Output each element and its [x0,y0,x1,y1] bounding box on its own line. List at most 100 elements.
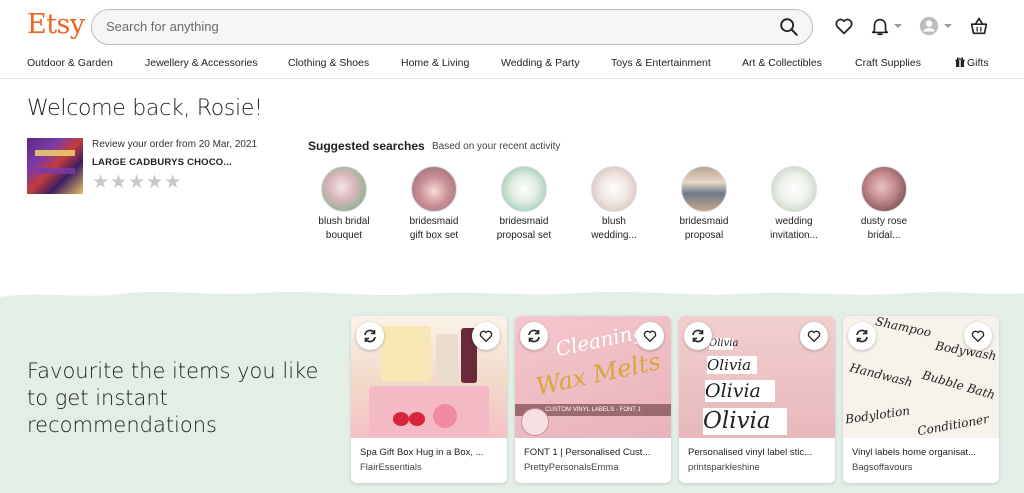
listing-image-detail [433,404,457,428]
heart-icon[interactable] [636,322,664,350]
listing-image-detail [409,412,425,426]
nav-item-wedding-party[interactable]: Wedding & Party [501,57,580,69]
avatar-icon [918,15,940,42]
nav-item-home-living[interactable]: Home & Living [401,57,469,69]
review-stars: ★★★★★ [92,173,182,193]
suggested-search-label: bridesmaid [409,216,459,227]
suggested-search-label: invitation... [770,230,818,241]
notifications-button[interactable] [869,15,905,37]
suggested-search-image [411,166,457,212]
basket-icon[interactable] [968,15,990,37]
listing-shop: printsparkleshine [688,462,760,473]
listing-image-detail [436,334,458,384]
suggested-searches-subtitle: Based on your recent activity [432,141,561,152]
chevron-down-icon [894,24,902,28]
header: Etsy [0,0,1024,52]
suggested-search-label: blush bridal [318,216,370,227]
listing-shop: Bagsoffavours [852,462,913,473]
search-input[interactable] [106,10,756,43]
nav-item-jewellery[interactable]: Jewellery & Accessories [145,57,258,69]
listing-image-label: Conditioner [916,411,990,438]
nav-item-outdoor-garden[interactable]: Outdoor & Garden [27,57,113,69]
listing-card[interactable]: Cleaning Wax Melts CUSTOM VINYL LABELS -… [515,316,671,483]
suggested-search-item[interactable]: blush bridal bouquet [306,166,382,243]
listing-card[interactable]: Spa Gift Box Hug in a Box, ... FlairEsse… [351,316,507,483]
chevron-down-icon [944,24,952,28]
suggested-search-label: blush [602,216,626,227]
suggested-search-item[interactable]: blush wedding... [576,166,652,243]
listing-title: Vinyl labels home organisat... [852,447,976,458]
nav-item-gifts[interactable]: Gifts [955,57,989,70]
listing-image-label: Bodylotion [844,403,911,427]
listing-image-label: Bubble Bath [920,367,997,403]
welcome-heading: Welcome back, Rosie! [27,96,263,121]
suggested-search-label: wedding [775,216,813,227]
listing-card[interactable]: Shampoo Bodywash Handwash Bubble Bath Bo… [843,316,999,483]
nav-item-art[interactable]: Art & Collectibles [742,57,822,69]
listing-image-label: Shampoo [874,316,933,340]
order-item-thumbnail[interactable] [27,138,83,194]
gift-icon [955,57,965,70]
listing-image-label: Olivia [705,380,775,402]
nav-item-clothing[interactable]: Clothing & Shoes [288,57,369,69]
account-button[interactable] [918,15,954,37]
suggested-search-image [681,166,727,212]
review-item-name[interactable]: LARGE CADBURYS CHOCO... [92,157,232,168]
suggested-search-label: bridal... [867,230,901,241]
suggested-search-label: dusty rose [860,216,908,227]
suggested-search-item[interactable]: bridesmaid proposal [666,166,742,243]
star-icon[interactable]: ★ [128,173,145,192]
suggested-search-image [771,166,817,212]
search-icon[interactable] [778,16,800,38]
listing-image-detail [381,326,431,381]
listing-image-label: Olivia [703,408,787,435]
refresh-icon[interactable] [684,322,712,350]
listing-title: FONT 1 | Personalised Cust... [524,447,651,458]
listing-title: Personalised vinyl label stic... [688,447,813,458]
suggested-search-image [591,166,637,212]
suggested-search-label: bridesmaid [679,216,729,227]
listing-shop: PrettyPersonalsEmma [524,462,619,473]
suggested-search-item[interactable]: wedding invitation... [756,166,832,243]
suggested-search-item[interactable]: bridesmaid gift box set [396,166,472,243]
listing-title: Spa Gift Box Hug in a Box, ... [360,447,484,458]
suggested-search-label: bouquet [325,230,363,241]
listing-image-label: Olivia [709,338,739,350]
heart-icon[interactable] [472,322,500,350]
suggested-search-item[interactable]: dusty rose bridal... [846,166,922,243]
refresh-icon[interactable] [520,322,548,350]
listing-image-label: Handwash [848,360,915,390]
nav-item-label: Gifts [967,57,989,69]
star-icon[interactable]: ★ [164,173,181,192]
star-icon[interactable]: ★ [146,173,163,192]
category-nav: Outdoor & Garden Jewellery & Accessories… [0,52,1024,79]
listing-shop: FlairEssentials [360,462,422,473]
suggested-search-image [501,166,547,212]
heart-icon[interactable] [964,322,992,350]
suggested-searches-title: Suggested searches [308,139,425,153]
listing-image-detail [393,412,409,426]
favourites-headline: Favourite the items you like to get inst… [27,359,319,437]
star-icon[interactable]: ★ [110,173,127,192]
heart-icon[interactable] [800,322,828,350]
suggested-search-item[interactable]: bridesmaid proposal set [486,166,562,243]
nav-item-craft-supplies[interactable]: Craft Supplies [855,57,921,69]
refresh-icon[interactable] [848,322,876,350]
suggested-search-label: proposal set [496,230,552,241]
refresh-icon[interactable] [356,322,384,350]
suggested-search-image [861,166,907,212]
nav-item-toys[interactable]: Toys & Entertainment [611,57,711,69]
thumbnail-detail [35,150,75,156]
star-icon[interactable]: ★ [92,173,109,192]
listing-card[interactable]: Olivia Olivia Olivia Olivia Personalised… [679,316,835,483]
suggested-search-label: proposal [684,230,724,241]
suggested-search-label: bridesmaid [499,216,549,227]
thumbnail-detail [35,168,75,174]
listing-image-detail [521,408,549,436]
listing-image-detail [369,386,489,436]
etsy-logo[interactable]: Etsy [27,9,85,40]
suggested-search-label: wedding... [591,230,637,241]
heart-icon[interactable] [833,15,855,37]
suggested-search-image [321,166,367,212]
suggested-search-label: gift box set [409,230,459,241]
